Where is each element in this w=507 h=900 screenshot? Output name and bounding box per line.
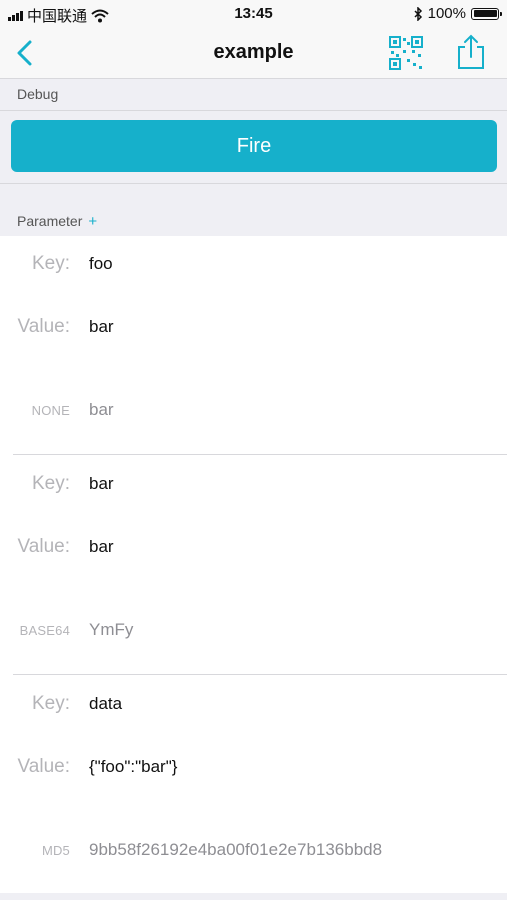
encoded-value: bar — [89, 400, 114, 419]
value-label: Value: — [17, 316, 70, 337]
parameter-label-text: Parameter — [17, 213, 83, 229]
key-field[interactable]: foo — [89, 254, 113, 274]
fire-button[interactable]: Fire — [11, 120, 497, 172]
debug-section-header: Debug — [0, 79, 507, 110]
encoded-value: YmFy — [89, 620, 134, 639]
key-label: Key: — [31, 473, 70, 494]
value-field[interactable]: bar — [89, 317, 114, 337]
nav-bar: example — [0, 28, 507, 79]
encoded-value: 9bb58f26192e4ba00f01e2e7b136bbd8 — [89, 840, 383, 859]
encoding-label[interactable]: MD5 — [0, 843, 70, 858]
battery-percent: 100% — [427, 5, 466, 22]
divider — [13, 674, 507, 675]
qr-code-icon[interactable] — [388, 35, 424, 71]
key-field[interactable]: bar — [89, 474, 114, 494]
parameter-label: Parameter + — [17, 213, 97, 230]
status-bar: 中国联通 13:45 100% — [0, 0, 507, 28]
bottom-section-divider — [0, 893, 507, 900]
key-label: Key: — [31, 253, 70, 274]
key-label: Key: — [31, 693, 70, 714]
key-field[interactable]: data — [89, 694, 122, 714]
divider — [13, 454, 507, 455]
debug-label: Debug — [17, 86, 59, 102]
encoding-label[interactable]: NONE — [0, 403, 70, 418]
parameter-section-header: Parameter + — [0, 184, 507, 236]
share-icon[interactable] — [456, 34, 486, 70]
encoding-label[interactable]: BASE64 — [0, 623, 70, 638]
page-title: example — [213, 41, 294, 63]
bluetooth-icon — [414, 6, 422, 21]
value-field[interactable]: {"foo":"bar"} — [89, 757, 177, 777]
status-right: 100% — [413, 5, 502, 22]
value-field[interactable]: bar — [89, 537, 114, 557]
value-label: Value: — [17, 756, 70, 777]
add-parameter-button[interactable]: + — [88, 213, 97, 230]
value-label: Value: — [17, 536, 70, 557]
battery-icon — [471, 7, 502, 20]
